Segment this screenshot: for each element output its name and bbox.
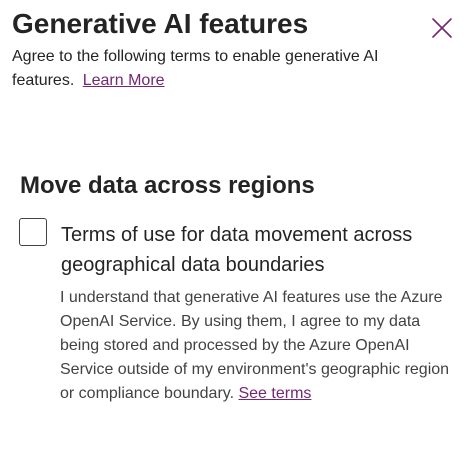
panel-subtitle: Agree to the following terms to enable g… [12, 45, 432, 93]
learn-more-link[interactable]: Learn More [83, 72, 165, 89]
section-title: Move data across regions [20, 172, 315, 199]
terms-description: I understand that generative AI features… [60, 286, 455, 406]
subtitle-text: Agree to the following terms to enable g… [12, 48, 379, 89]
panel-title: Generative AI features [12, 8, 309, 39]
see-terms-link[interactable]: See terms [238, 385, 311, 402]
close-icon[interactable] [428, 14, 456, 42]
terms-checkbox-label[interactable]: Terms of use for data movement across ge… [61, 220, 461, 280]
terms-checkbox[interactable] [19, 218, 47, 246]
generative-ai-features-panel: Generative AI features Agree to the foll… [0, 0, 475, 453]
